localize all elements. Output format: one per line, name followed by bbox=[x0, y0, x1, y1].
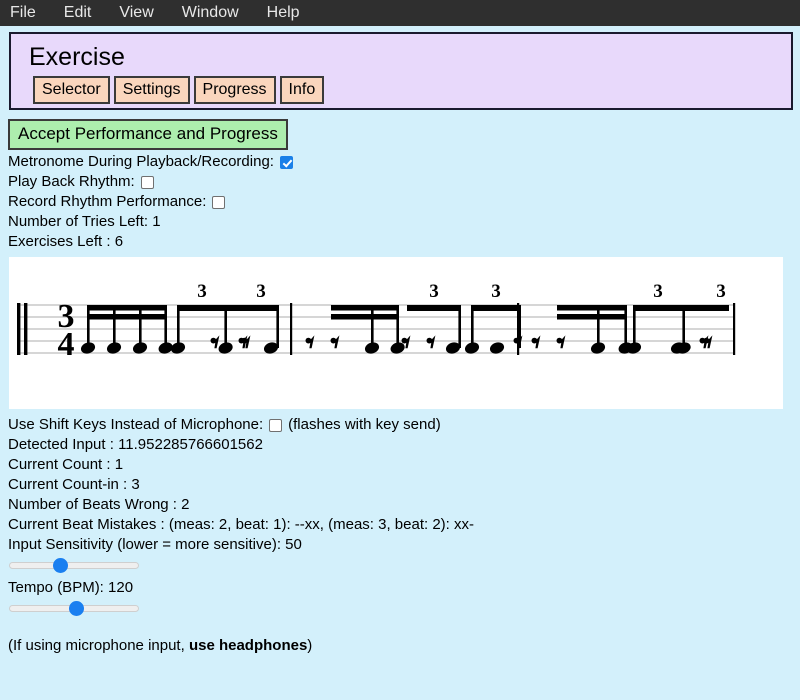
tempo-slider-wrap bbox=[9, 600, 800, 616]
current-count-row: Current Count : 1 bbox=[8, 455, 800, 475]
rhythm-staff-svg: 3 4 3 3 3 3 3 3 bbox=[17, 281, 736, 363]
shift-keys-hint: (flashes with key send) bbox=[288, 416, 441, 433]
svg-text:3: 3 bbox=[256, 281, 266, 302]
tab-settings[interactable]: Settings bbox=[113, 76, 190, 104]
metronome-label: Metronome During Playback/Recording: bbox=[8, 153, 274, 170]
svg-text:4: 4 bbox=[58, 326, 75, 363]
shift-keys-label: Use Shift Keys Instead of Microphone: bbox=[8, 416, 264, 433]
svg-text:3: 3 bbox=[197, 281, 207, 302]
metronome-checkbox[interactable] bbox=[279, 155, 293, 169]
exercise-header-panel: Exercise Selector Settings Progress Info bbox=[9, 32, 793, 110]
exercises-left-row: Exercises Left : 6 bbox=[8, 232, 800, 252]
tempo-slider[interactable] bbox=[9, 600, 139, 616]
menu-item-edit[interactable]: Edit bbox=[64, 0, 92, 26]
tab-selector[interactable]: Selector bbox=[33, 76, 110, 104]
tempo-label: Tempo (BPM): 120 bbox=[8, 579, 134, 596]
record-checkbox[interactable] bbox=[212, 195, 226, 209]
tempo-label-row: Tempo (BPM): 120 bbox=[8, 578, 800, 598]
menu-item-view[interactable]: View bbox=[119, 0, 153, 26]
footnote-bold: use headphones bbox=[188, 637, 308, 654]
svg-text:3: 3 bbox=[716, 281, 726, 302]
input-sensitivity-label: Input Sensitivity (lower = more sensitiv… bbox=[8, 536, 302, 553]
svg-text:3: 3 bbox=[653, 281, 663, 302]
beats-wrong-text: Number of Beats Wrong : 2 bbox=[8, 496, 190, 513]
metronome-row: Metronome During Playback/Recording: bbox=[8, 152, 800, 172]
detected-input-row: Detected Input : 11.952285766601562 bbox=[8, 435, 800, 455]
shift-keys-checkbox[interactable] bbox=[269, 418, 283, 432]
accept-performance-button[interactable]: Accept Performance and Progress bbox=[8, 119, 288, 150]
status-block: Use Shift Keys Instead of Microphone: (f… bbox=[8, 415, 800, 555]
sensitivity-label-row: Input Sensitivity (lower = more sensitiv… bbox=[8, 535, 800, 555]
sensitivity-slider-wrap bbox=[9, 557, 800, 573]
svg-text:3: 3 bbox=[491, 281, 501, 302]
tab-info[interactable]: Info bbox=[279, 76, 325, 104]
current-count-in-text: Current Count-in : 3 bbox=[8, 476, 140, 493]
beats-wrong-row: Number of Beats Wrong : 2 bbox=[8, 495, 800, 515]
shift-keys-row: Use Shift Keys Instead of Microphone: (f… bbox=[8, 415, 800, 435]
footnote-suffix: ) bbox=[307, 637, 313, 654]
exercises-left-text: Exercises Left : 6 bbox=[8, 233, 124, 250]
measure-3: 3 3 bbox=[531, 281, 729, 356]
menu-item-file[interactable]: File bbox=[10, 0, 36, 26]
tries-left-text: Number of Tries Left: 1 bbox=[8, 213, 161, 230]
time-signature: 3 4 bbox=[58, 298, 75, 363]
menu-item-window[interactable]: Window bbox=[182, 0, 239, 26]
beat-mistakes-text: Current Beat Mistakes : (meas: 2, beat: … bbox=[8, 516, 474, 533]
tab-progress[interactable]: Progress bbox=[193, 76, 276, 104]
menu-item-help[interactable]: Help bbox=[267, 0, 300, 26]
input-sensitivity-slider[interactable] bbox=[9, 557, 139, 573]
playback-label: Play Back Rhythm: bbox=[8, 173, 135, 190]
tries-left-row: Number of Tries Left: 1 bbox=[8, 212, 800, 232]
page-title: Exercise bbox=[29, 43, 125, 71]
current-count-in-row: Current Count-in : 3 bbox=[8, 475, 800, 495]
playback-row: Play Back Rhythm: bbox=[8, 172, 800, 192]
headphones-footnote: (If using microphone input, use headphon… bbox=[8, 636, 800, 656]
measure-1: 3 3 bbox=[79, 281, 280, 356]
record-label: Record Rhythm Performance: bbox=[8, 193, 207, 210]
rhythm-notation-panel: 3 4 3 3 3 3 3 3 bbox=[9, 257, 783, 409]
options-block: Metronome During Playback/Recording: Pla… bbox=[8, 152, 800, 252]
footnote-prefix: (If using microphone input, bbox=[8, 637, 189, 654]
svg-text:3: 3 bbox=[429, 281, 439, 302]
detected-input-text: Detected Input : 11.952285766601562 bbox=[8, 436, 263, 453]
measure-2: 3 3 bbox=[305, 281, 523, 356]
playback-checkbox[interactable] bbox=[140, 175, 154, 189]
beat-mistakes-row: Current Beat Mistakes : (meas: 2, beat: … bbox=[8, 515, 800, 535]
tempo-block: Tempo (BPM): 120 bbox=[8, 578, 800, 598]
current-count-text: Current Count : 1 bbox=[8, 456, 124, 473]
menu-bar: File Edit View Window Help bbox=[0, 0, 800, 26]
record-row: Record Rhythm Performance: bbox=[8, 192, 800, 212]
tab-bar: Selector Settings Progress Info bbox=[33, 76, 791, 104]
